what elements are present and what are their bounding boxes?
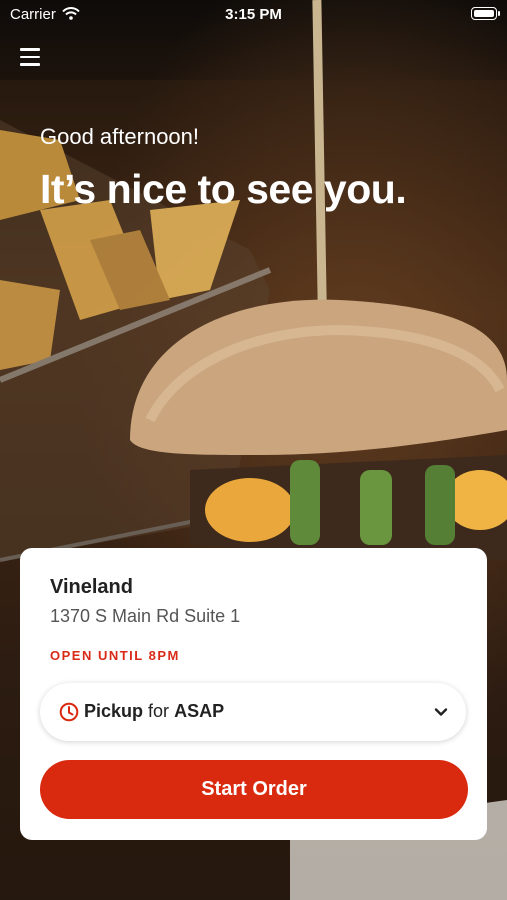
order-time-value: ASAP — [174, 701, 225, 721]
hamburger-menu-icon[interactable] — [20, 48, 40, 66]
status-time: 3:15 PM — [225, 6, 282, 23]
location-address: 1370 S Main Rd Suite 1 — [50, 606, 241, 626]
order-mode-select[interactable]: Pickup for ASAP — [40, 683, 466, 741]
clock-icon — [59, 702, 79, 722]
page-title: It’s nice to see you. — [40, 166, 407, 212]
start-order-button[interactable]: Start Order — [40, 760, 468, 819]
location-card: Vineland 1370 S Main Rd Suite 1 OPEN UNT… — [20, 548, 487, 840]
chevron-down-icon — [434, 708, 448, 716]
location-name: Vineland — [50, 576, 133, 598]
order-mode-value: Pickup — [84, 701, 144, 721]
greeting-text: Good afternoon! — [40, 124, 200, 149]
status-bar: Carrier 3:15 PM — [0, 0, 507, 30]
order-mode-label: Pickup for ASAP — [84, 701, 224, 722]
battery-icon — [471, 7, 500, 20]
order-mode-connector: for — [148, 701, 170, 721]
location-status-badge: OPEN UNTIL 8PM — [50, 648, 180, 663]
